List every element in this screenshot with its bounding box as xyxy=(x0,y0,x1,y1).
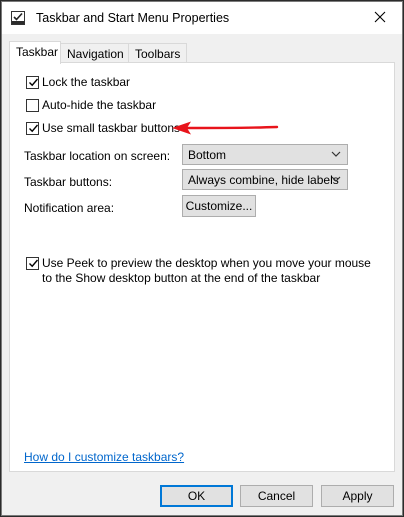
chevron-down-icon xyxy=(331,151,341,157)
tab-taskbar[interactable]: Taskbar xyxy=(9,41,61,64)
checkmark-icon xyxy=(29,259,39,268)
red-arrow-annotation xyxy=(172,121,279,135)
chevron-down-icon xyxy=(331,176,341,182)
apply-button[interactable]: Apply xyxy=(321,485,394,507)
checkmark-icon xyxy=(29,124,39,133)
window-title: Taskbar and Start Menu Properties xyxy=(36,11,230,25)
lock-taskbar-checkbox[interactable] xyxy=(26,76,39,89)
auto-hide-checkbox[interactable] xyxy=(26,99,39,112)
checkmark-icon xyxy=(29,78,39,87)
close-button[interactable] xyxy=(358,2,402,32)
lock-taskbar-option[interactable]: Lock the taskbar xyxy=(26,75,130,90)
small-buttons-option[interactable]: Use small taskbar buttons xyxy=(26,121,180,136)
lock-taskbar-label: Lock the taskbar xyxy=(42,75,131,89)
buttons-label: Taskbar buttons: xyxy=(24,175,113,189)
taskbar-properties-icon xyxy=(11,11,25,25)
buttons-select[interactable]: Always combine, hide labels xyxy=(182,169,348,190)
small-buttons-label: Use small taskbar buttons xyxy=(42,121,181,135)
auto-hide-option[interactable]: Auto-hide the taskbar xyxy=(26,98,156,113)
help-link[interactable]: How do I customize taskbars? xyxy=(24,450,184,464)
customize-button[interactable]: Customize... xyxy=(182,195,256,217)
small-buttons-checkbox[interactable] xyxy=(26,122,39,135)
location-value: Bottom xyxy=(188,148,227,162)
tab-navigation[interactable]: Navigation xyxy=(60,43,129,63)
auto-hide-label: Auto-hide the taskbar xyxy=(42,98,157,112)
notification-label: Notification area: xyxy=(24,201,115,215)
cancel-button[interactable]: Cancel xyxy=(240,485,313,507)
peek-option[interactable]: Use Peek to preview the desktop when you… xyxy=(26,256,372,286)
peek-label: Use Peek to preview the desktop when you… xyxy=(42,256,371,285)
properties-window: Taskbar and Start Menu Properties Taskba… xyxy=(0,0,404,517)
ok-button[interactable]: OK xyxy=(160,485,233,507)
close-icon xyxy=(374,11,386,23)
location-select[interactable]: Bottom xyxy=(182,144,348,165)
tab-toolbars[interactable]: Toolbars xyxy=(128,43,187,63)
peek-checkbox[interactable] xyxy=(26,257,39,270)
title-bar: Taskbar and Start Menu Properties xyxy=(2,2,402,34)
buttons-value: Always combine, hide labels xyxy=(188,173,339,187)
location-label: Taskbar location on screen: xyxy=(24,149,171,163)
